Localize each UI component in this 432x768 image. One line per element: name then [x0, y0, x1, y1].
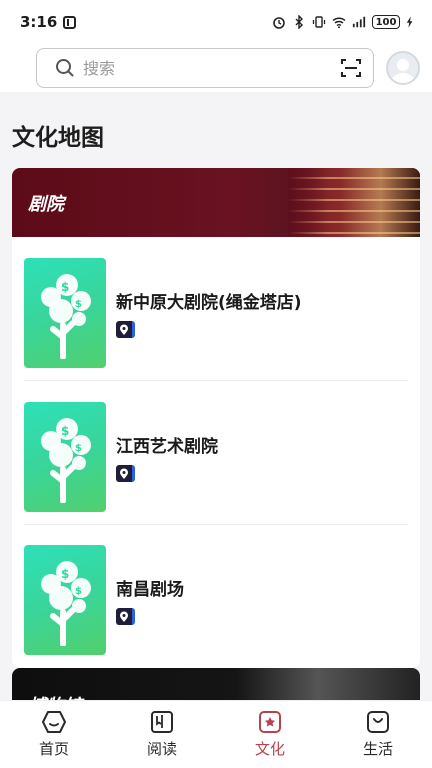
- search-input[interactable]: [83, 58, 341, 78]
- tab-reading[interactable]: 阅读: [108, 701, 216, 768]
- charging-icon: [406, 16, 413, 28]
- svg-text:$: $: [61, 567, 69, 581]
- venue-name: 新中原大剧院(绳金塔店): [116, 293, 302, 313]
- header: [0, 44, 432, 92]
- alarm-icon: [273, 17, 285, 29]
- bag-icon: [367, 711, 389, 733]
- theater-banner-image: [288, 168, 420, 237]
- bottom-tab-bar: 首页 阅读 文化 生活: [0, 700, 432, 768]
- status-bar: 3:16 100: [0, 0, 432, 44]
- venue-thumbnail: $ $: [24, 402, 106, 512]
- svg-text:$: $: [75, 586, 82, 597]
- user-avatar-icon: [391, 59, 415, 83]
- tab-life[interactable]: 生活: [324, 701, 432, 768]
- vibrate-icon: [312, 16, 326, 28]
- venue-item[interactable]: $ $ 江西艺术剧院: [24, 397, 408, 517]
- divider: [24, 524, 408, 525]
- tab-label: 生活: [362, 740, 393, 758]
- status-time: 3:16: [20, 13, 58, 31]
- svg-text:$: $: [75, 299, 82, 310]
- location-pin-icon: [116, 321, 135, 338]
- page-title: 文化地图: [12, 125, 104, 151]
- theater-banner[interactable]: 剧院: [12, 168, 420, 237]
- location-pin-icon: [116, 465, 135, 482]
- venue-thumbnail: $ $: [24, 258, 106, 368]
- wifi-icon: [332, 17, 346, 29]
- main-content: 文化地图 剧院 $ $ 新中原大剧院(绳金塔店) $ $ 江西艺术剧院 $ $ …: [0, 92, 432, 700]
- book-icon: [151, 711, 173, 733]
- tree-logo-icon: $ $: [41, 274, 91, 359]
- venue-name: 南昌剧场: [116, 580, 184, 600]
- search-icon: [56, 59, 74, 77]
- tab-label: 文化: [254, 740, 285, 758]
- svg-text:$: $: [61, 280, 69, 294]
- divider: [24, 380, 408, 381]
- avatar[interactable]: [386, 51, 420, 85]
- signal-icon: [352, 16, 366, 28]
- bluetooth-icon: [295, 15, 303, 29]
- tree-logo-icon: $ $: [41, 418, 91, 503]
- section-title: 剧院: [28, 194, 64, 215]
- location-pin-icon: [116, 608, 135, 625]
- nfc-icon: [63, 15, 77, 29]
- scan-icon[interactable]: [341, 58, 361, 78]
- tab-label: 首页: [38, 740, 69, 758]
- venue-thumbnail: $ $: [24, 545, 106, 655]
- svg-text:$: $: [61, 424, 69, 438]
- battery-level: 100: [372, 15, 400, 29]
- tree-logo-icon: $ $: [41, 561, 91, 646]
- svg-text:$: $: [75, 443, 82, 454]
- tab-culture[interactable]: 文化: [216, 701, 324, 768]
- venue-name: 江西艺术剧院: [116, 437, 218, 457]
- tab-label: 阅读: [146, 740, 177, 758]
- venue-item[interactable]: $ $ 南昌剧场: [24, 540, 408, 660]
- tab-home[interactable]: 首页: [0, 701, 108, 768]
- star-badge-icon: [259, 711, 281, 733]
- home-icon: [42, 711, 66, 733]
- museum-banner[interactable]: 博物馆: [12, 668, 420, 700]
- theater-card: 剧院 $ $ 新中原大剧院(绳金塔店) $ $ 江西艺术剧院 $ $ 南昌剧场: [12, 168, 420, 668]
- venue-item[interactable]: $ $ 新中原大剧院(绳金塔店): [24, 253, 408, 373]
- next-section-title: 博物馆: [28, 692, 82, 700]
- search-bar[interactable]: [36, 48, 374, 88]
